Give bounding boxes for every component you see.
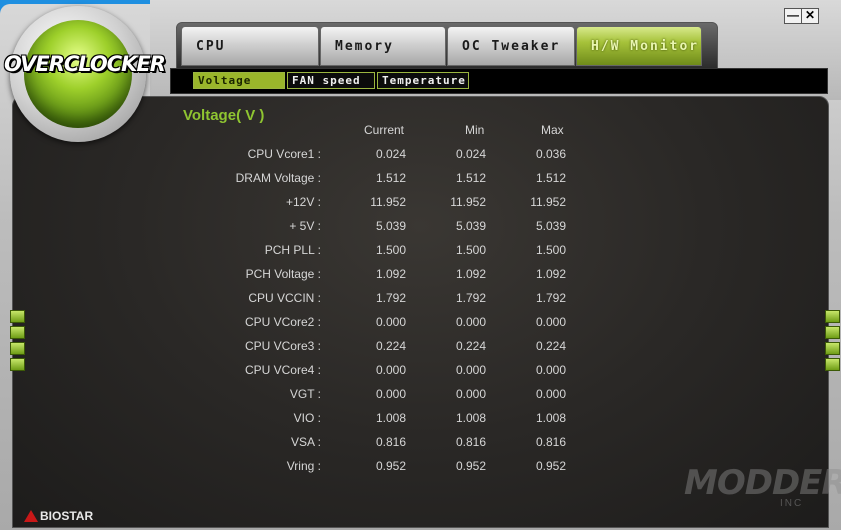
value-current: 0.024: [375, 147, 406, 161]
value-min: 0.224: [455, 339, 486, 353]
row-label: CPU Vcore1 :: [247, 147, 321, 161]
value-min: 5.039: [455, 219, 486, 233]
value-max: 1.512: [535, 171, 566, 185]
table-row: CPU VCore3 : 0.224 0.224 0.224: [0, 339, 841, 359]
value-max: 0.000: [535, 315, 566, 329]
column-header-current: Current: [364, 123, 405, 137]
row-label: Vring :: [286, 459, 321, 473]
value-max: 11.952: [530, 195, 566, 209]
watermark-text: MODDERS: [684, 463, 841, 503]
right-side-button-2[interactable]: [825, 326, 840, 339]
value-max: 0.952: [535, 459, 566, 473]
value-min: 0.000: [455, 387, 486, 401]
biostar-logo-icon: [24, 510, 38, 522]
row-label: VIO :: [293, 411, 321, 425]
subtab-voltage[interactable]: Voltage: [193, 72, 285, 89]
table-row: VSA : 0.816 0.816 0.816: [0, 435, 841, 455]
row-label: + 5V :: [289, 219, 321, 233]
tab-cpu[interactable]: CPU: [181, 26, 319, 66]
value-min: 1.512: [455, 171, 486, 185]
value-min: 1.092: [455, 267, 486, 281]
left-side-button-4[interactable]: [10, 358, 25, 371]
left-side-button-2[interactable]: [10, 326, 25, 339]
value-current: 0.952: [375, 459, 406, 473]
value-current: 0.000: [375, 315, 406, 329]
value-current: 0.224: [375, 339, 406, 353]
table-row: VIO : 1.008 1.008 1.008: [0, 411, 841, 431]
value-max: 1.500: [535, 243, 566, 257]
value-current: 0.000: [375, 363, 406, 377]
value-current: 11.952: [370, 195, 406, 209]
value-current: 0.000: [375, 387, 406, 401]
table-row: VGT : 0.000 0.000 0.000: [0, 387, 841, 407]
logo-text: OVERCLOCKER: [4, 52, 166, 76]
watermark-sub: INC: [780, 498, 804, 509]
value-current: 1.512: [375, 171, 406, 185]
row-label: CPU VCore4 :: [244, 363, 321, 377]
value-max: 0.000: [535, 387, 566, 401]
value-min: 1.792: [455, 291, 486, 305]
table-row: DRAM Voltage : 1.512 1.512 1.512: [0, 171, 841, 191]
value-min: 11.952: [450, 195, 486, 209]
row-label: CPU VCCIN :: [248, 291, 321, 305]
row-label: VGT :: [289, 387, 321, 401]
table-row: CPU VCore4 : 0.000 0.000 0.000: [0, 363, 841, 383]
value-current: 1.792: [375, 291, 406, 305]
value-min: 0.000: [455, 315, 486, 329]
close-button[interactable]: ✕: [801, 8, 819, 24]
value-min: 1.008: [455, 411, 486, 425]
column-header-min: Min: [465, 123, 485, 137]
value-min: 1.500: [455, 243, 486, 257]
subtab-temperature[interactable]: Temperature: [377, 72, 469, 89]
value-current: 1.008: [375, 411, 406, 425]
value-max: 0.816: [535, 435, 566, 449]
column-header-max: Max: [541, 123, 564, 137]
row-label: +12V :: [285, 195, 321, 209]
left-side-button-3[interactable]: [10, 342, 25, 355]
right-side-button-4[interactable]: [825, 358, 840, 371]
right-side-button-3[interactable]: [825, 342, 840, 355]
tab-memory[interactable]: Memory: [320, 26, 446, 66]
value-current: 1.500: [375, 243, 406, 257]
value-max: 0.000: [535, 363, 566, 377]
value-max: 1.792: [535, 291, 566, 305]
value-max: 0.036: [535, 147, 566, 161]
left-side-button-1[interactable]: [10, 310, 25, 323]
section-title: Voltage( V ): [183, 107, 265, 124]
value-current: 0.816: [375, 435, 406, 449]
value-min: 0.000: [455, 363, 486, 377]
table-row: +12V : 11.952 11.952 11.952: [0, 195, 841, 215]
main-tabbar: CPU Memory OC Tweaker H/W Monitor: [176, 22, 718, 70]
row-label: PCH PLL :: [264, 243, 321, 257]
subtab-fan-speed[interactable]: FAN speed: [287, 72, 375, 89]
table-row: CPU VCCIN : 1.792 1.792 1.792: [0, 291, 841, 311]
table-row: PCH Voltage : 1.092 1.092 1.092: [0, 267, 841, 287]
table-row: CPU Vcore1 : 0.024 0.024 0.036: [0, 147, 841, 167]
value-min: 0.952: [455, 459, 486, 473]
minimize-button[interactable]: —: [784, 8, 802, 24]
brand-name: BIOSTAR: [40, 509, 94, 523]
table-row: PCH PLL : 1.500 1.500 1.500: [0, 243, 841, 263]
value-current: 5.039: [375, 219, 406, 233]
value-max: 1.092: [535, 267, 566, 281]
value-min: 0.024: [455, 147, 486, 161]
right-side-button-1[interactable]: [825, 310, 840, 323]
value-current: 1.092: [375, 267, 406, 281]
row-label: DRAM Voltage :: [235, 171, 321, 185]
tab-oc-tweaker[interactable]: OC Tweaker: [447, 26, 575, 66]
value-max: 1.008: [535, 411, 566, 425]
tab-hw-monitor[interactable]: H/W Monitor: [576, 26, 702, 66]
row-label: CPU VCore3 :: [244, 339, 321, 353]
value-max: 5.039: [535, 219, 566, 233]
value-min: 0.816: [455, 435, 486, 449]
table-row: + 5V : 5.039 5.039 5.039: [0, 219, 841, 239]
row-label: CPU VCore2 :: [244, 315, 321, 329]
table-row: CPU VCore2 : 0.000 0.000 0.000: [0, 315, 841, 335]
row-label: VSA :: [290, 435, 321, 449]
row-label: PCH Voltage :: [245, 267, 321, 281]
sub-tabbar: Voltage FAN speed Temperature: [170, 68, 828, 94]
value-max: 0.224: [535, 339, 566, 353]
